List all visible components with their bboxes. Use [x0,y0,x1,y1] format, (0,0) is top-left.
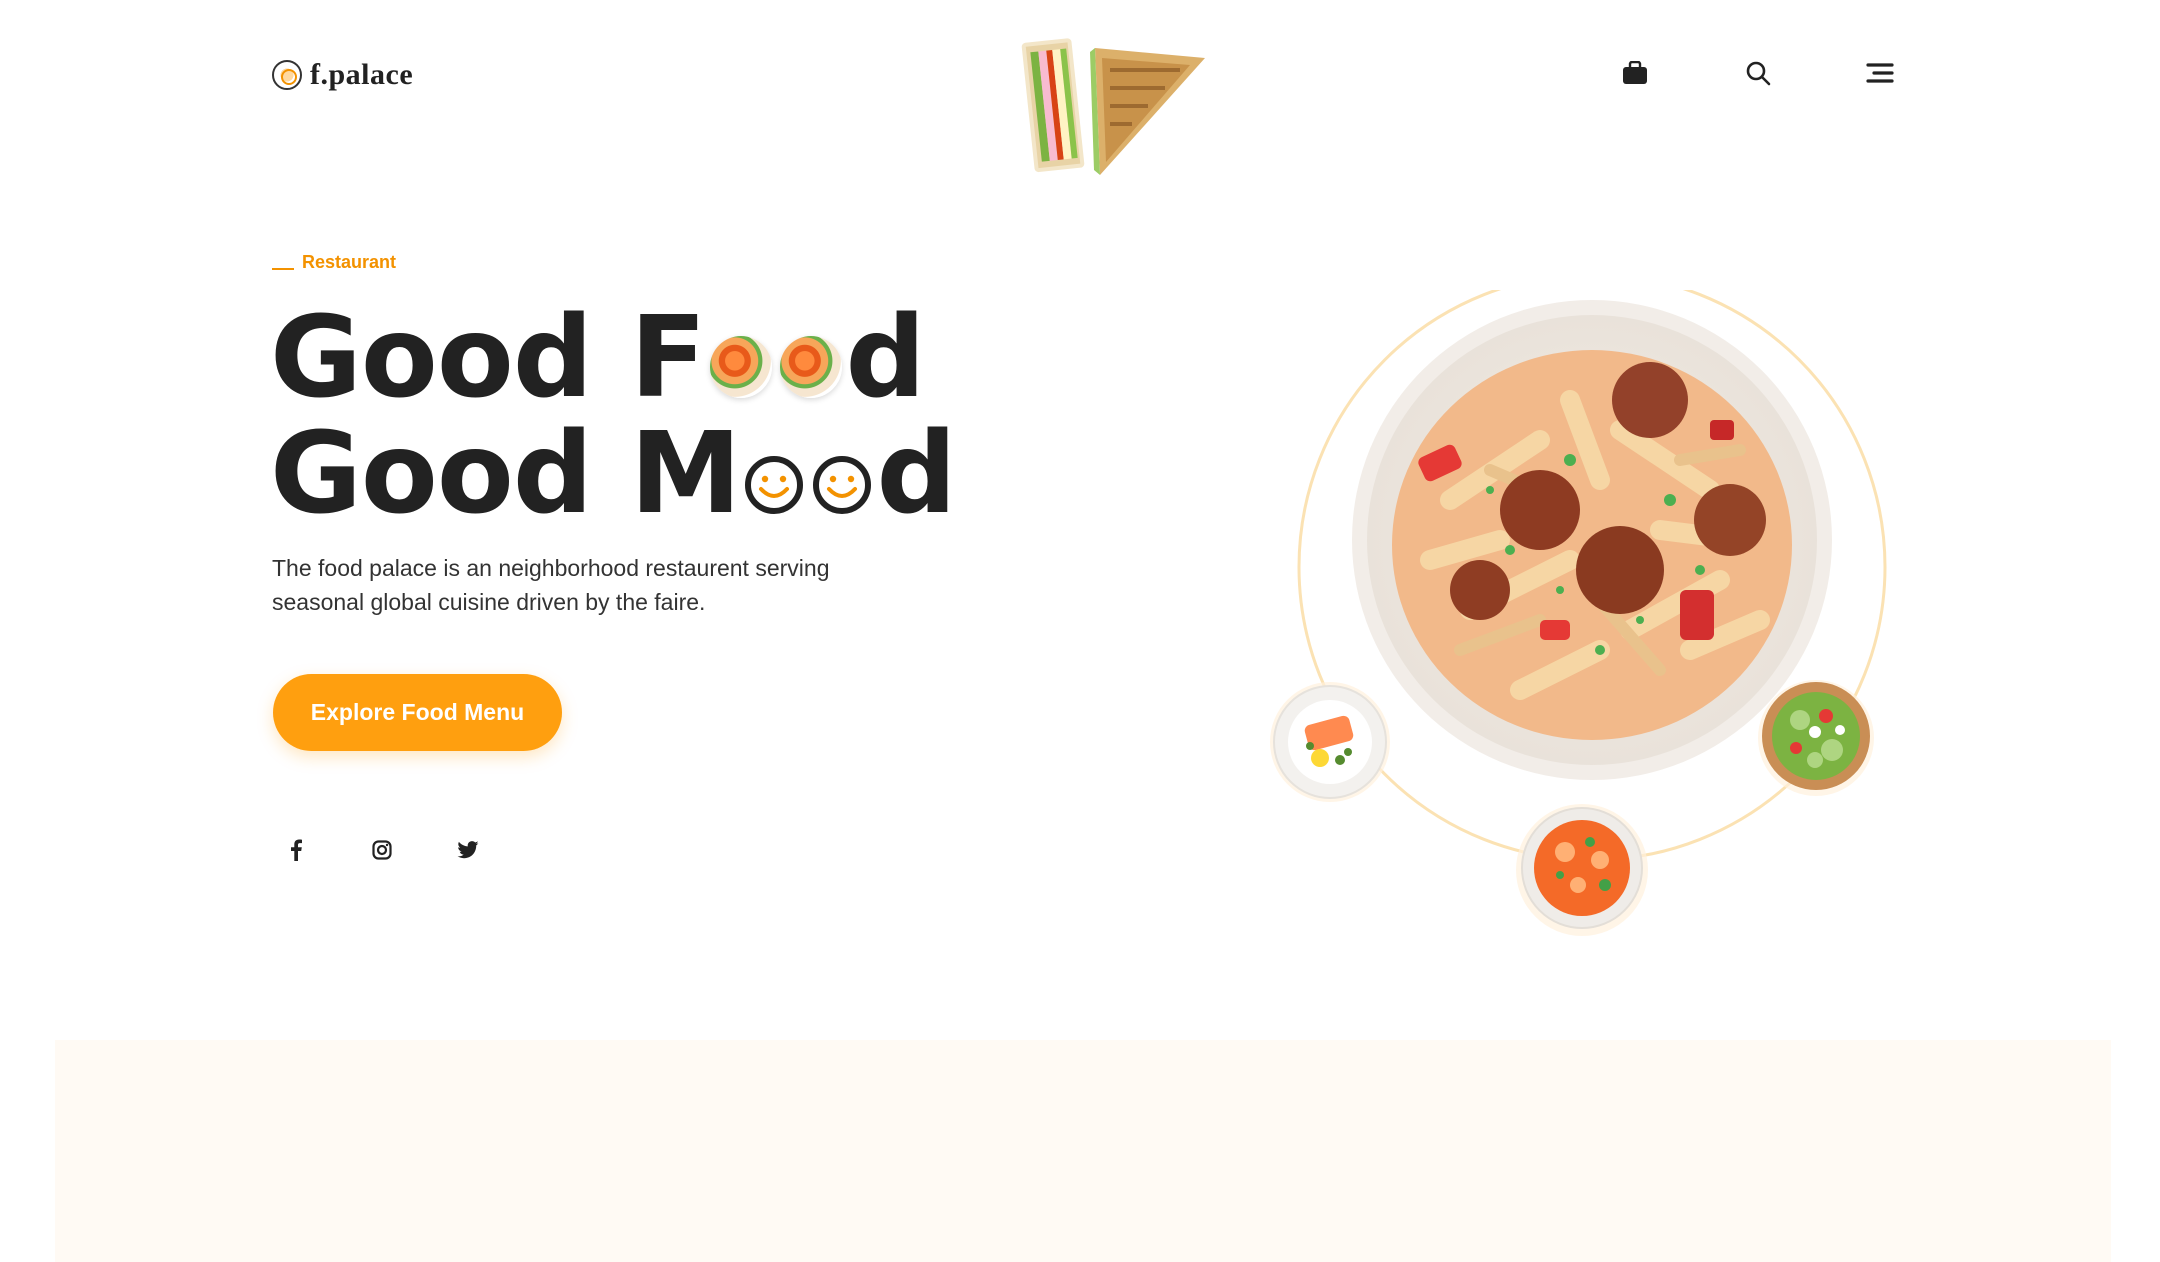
hero-description: The food palace is an neighborhood resta… [272,555,830,615]
pasta-meatball-bowl [1347,295,1837,785]
headline-text-good-m: Good M [270,409,741,539]
food-plate-o-icon [779,336,842,398]
hero-eyebrow: Restaurant [272,252,396,273]
eyebrow-label: Restaurant [302,252,397,272]
sandwich-image [1021,38,1205,175]
smiley-o-icon [813,456,872,514]
smiley-o-icon [745,456,804,514]
explore-food-menu-button[interactable]: Explore Food Menu [273,674,562,751]
facebook-icon[interactable] [281,835,311,865]
shopping-bag-icon[interactable] [1617,55,1653,91]
hero-headline: Good F d Good M d [270,300,957,539]
seafood-soup-bowl [1516,804,1648,936]
twitter-icon[interactable] [453,835,483,865]
headline-text-d: d [845,293,926,423]
headline-line-1: Good F d [270,300,956,416]
header-actions [0,55,2160,95]
salmon-plate [1270,682,1390,802]
headline-text-d: d [876,409,956,539]
hamburger-menu-icon[interactable] [1862,55,1898,91]
headline-text-good-f: Good F [270,293,706,423]
next-section-band [55,1040,2111,1262]
salad-bowl [1758,680,1874,796]
eyebrow-dash [272,268,294,270]
instagram-icon[interactable] [367,835,397,865]
food-plate-o-icon [709,336,772,398]
search-icon[interactable] [1740,55,1776,91]
hero-food-visual [1270,290,1887,936]
headline-line-2: Good M d [270,409,957,539]
